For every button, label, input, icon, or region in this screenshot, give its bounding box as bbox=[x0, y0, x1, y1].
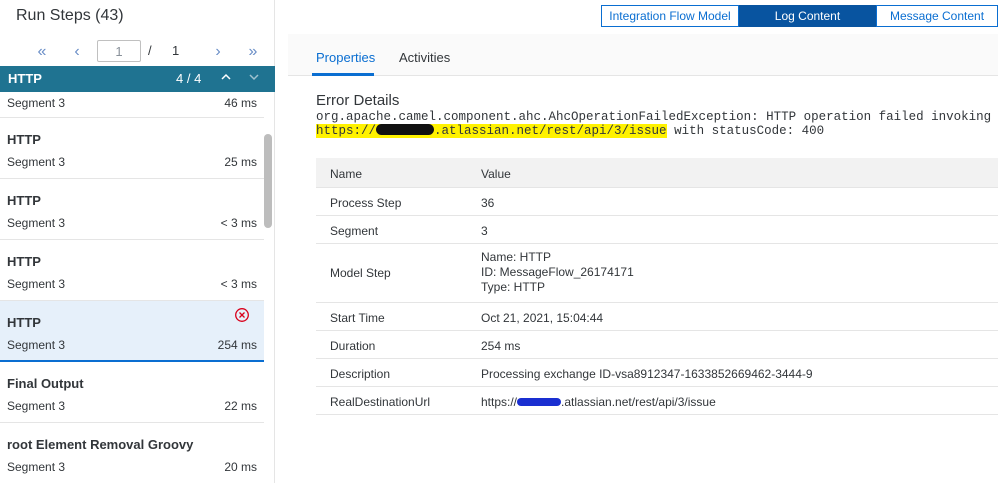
chevron-left-icon[interactable]: ‹ bbox=[67, 42, 87, 62]
property-value: Processing exchange ID-vsa8912347-163385… bbox=[481, 367, 813, 381]
step-segment: Segment 3 bbox=[7, 155, 66, 169]
url-prefix: https:// bbox=[481, 395, 518, 409]
tab-properties[interactable]: Properties bbox=[316, 50, 375, 65]
error-url-highlight: https:// .atlassian.net/rest/api/3/issue bbox=[316, 124, 667, 138]
property-value: 36 bbox=[481, 196, 495, 210]
table-row: Segment 3 bbox=[316, 216, 998, 244]
list-item[interactable]: HTTP Segment 3 < 3 ms bbox=[0, 179, 264, 240]
step-duration: 25 ms bbox=[224, 155, 257, 169]
error-line-1: org.apache.camel.component.ahc.AhcOperat… bbox=[316, 110, 992, 124]
step-duration: 254 ms bbox=[217, 338, 257, 352]
step-title: HTTP bbox=[7, 132, 41, 147]
step-segment: Segment 3 bbox=[7, 338, 66, 352]
table-row: Duration 254 ms bbox=[316, 331, 998, 359]
model-step-id: ID: MessageFlow_26174171 bbox=[481, 265, 634, 279]
table-row: Start Time Oct 21, 2021, 15:04:44 bbox=[316, 303, 998, 331]
step-segment: Segment 3 bbox=[7, 277, 66, 291]
property-value: 254 ms bbox=[481, 339, 521, 353]
step-title: HTTP bbox=[7, 193, 41, 208]
property-name: Duration bbox=[330, 339, 376, 353]
property-name: Start Time bbox=[330, 311, 385, 325]
step-title: HTTP bbox=[7, 254, 41, 269]
error-url-prefix: https:// bbox=[316, 124, 377, 138]
chevron-up-icon[interactable] bbox=[217, 68, 235, 88]
step-title: Final Output bbox=[7, 376, 84, 391]
redaction-mark bbox=[376, 124, 435, 135]
log-content-button[interactable]: Log Content bbox=[739, 5, 876, 27]
column-header-name: Name bbox=[330, 167, 363, 181]
property-name: Description bbox=[330, 367, 391, 381]
error-details-title: Error Details bbox=[316, 92, 400, 109]
list-item[interactable]: root Element Removal Groovy Segment 3 20… bbox=[0, 423, 264, 483]
details-panel: Properties Activities Error Details org.… bbox=[288, 34, 998, 483]
chevron-right-icon[interactable]: › bbox=[208, 42, 228, 62]
steps-list: Segment 3 46 ms HTTP Segment 3 25 ms HTT… bbox=[0, 92, 264, 483]
error-status-text: with statusCode: 400 bbox=[666, 124, 825, 138]
property-name: Process Step bbox=[330, 196, 402, 210]
property-name: Segment bbox=[330, 224, 379, 238]
pager: « ‹ / 1 › » bbox=[0, 40, 275, 64]
step-title: HTTP bbox=[7, 315, 41, 330]
step-duration: < 3 ms bbox=[220, 277, 257, 291]
model-step-name: Name: HTTP bbox=[481, 250, 552, 264]
list-item[interactable]: HTTP Segment 3 < 3 ms bbox=[0, 240, 264, 301]
tab-bar: Properties Activities bbox=[288, 34, 998, 76]
url-suffix: .atlassian.net/rest/api/3/issue bbox=[561, 395, 716, 409]
step-segment: Segment 3 bbox=[7, 399, 66, 413]
error-url-suffix: .atlassian.net/rest/api/3/issue bbox=[434, 124, 667, 138]
integration-flow-model-button[interactable]: Integration Flow Model bbox=[601, 5, 739, 27]
page-number-input[interactable] bbox=[97, 40, 141, 62]
step-duration: 20 ms bbox=[224, 460, 257, 474]
run-steps-panel: Run Steps (43) « ‹ / 1 › » HTTP 4 / 4 Se… bbox=[0, 0, 275, 483]
step-segment: Segment 3 bbox=[7, 96, 66, 110]
property-value: Name: HTTP ID: MessageFlow_26174171 Type… bbox=[481, 250, 634, 295]
double-chevron-right-icon[interactable]: » bbox=[243, 42, 263, 62]
table-header: Name Value bbox=[316, 158, 998, 188]
chevron-down-icon[interactable] bbox=[245, 68, 263, 88]
page-total: 1 bbox=[172, 43, 180, 58]
list-item[interactable]: Final Output Segment 3 22 ms bbox=[0, 362, 264, 423]
error-message: org.apache.camel.component.ahc.AhcOperat… bbox=[316, 111, 996, 138]
table-row: Description Processing exchange ID-vsa89… bbox=[316, 359, 998, 387]
properties-table: Name Value Process Step 36 Segment 3 Mod… bbox=[316, 158, 998, 415]
step-segment: Segment 3 bbox=[7, 460, 66, 474]
step-title: root Element Removal Groovy bbox=[7, 437, 194, 452]
run-steps-title: Run Steps (43) bbox=[16, 7, 124, 24]
table-row: Model Step Name: HTTP ID: MessageFlow_26… bbox=[316, 244, 998, 303]
message-content-button[interactable]: Message Content bbox=[876, 5, 998, 27]
tab-active-indicator bbox=[312, 73, 374, 76]
page-separator: / bbox=[148, 43, 152, 58]
steps-scrollbar[interactable] bbox=[264, 134, 272, 228]
redaction-mark bbox=[517, 398, 562, 406]
step-group-header[interactable]: HTTP 4 / 4 bbox=[0, 66, 275, 92]
tab-activities[interactable]: Activities bbox=[399, 50, 450, 65]
property-value: Oct 21, 2021, 15:04:44 bbox=[481, 311, 604, 325]
model-step-type: Type: HTTP bbox=[481, 280, 546, 294]
step-duration: < 3 ms bbox=[220, 216, 257, 230]
list-item[interactable]: HTTP Segment 3 25 ms bbox=[0, 118, 264, 179]
step-duration: 22 ms bbox=[224, 399, 257, 413]
table-row: Process Step 36 bbox=[316, 188, 998, 216]
error-icon bbox=[234, 307, 250, 323]
table-row: RealDestinationUrl https:// .atlassian.ne… bbox=[316, 387, 998, 415]
list-item[interactable]: Segment 3 46 ms bbox=[0, 92, 264, 118]
property-value: 3 bbox=[481, 224, 488, 238]
step-segment: Segment 3 bbox=[7, 216, 66, 230]
list-item-selected[interactable]: HTTP Segment 3 254 ms bbox=[0, 301, 264, 362]
property-value: https:// .atlassian.net/rest/api/3/issue bbox=[481, 395, 716, 410]
property-name: RealDestinationUrl bbox=[330, 395, 431, 409]
group-title: HTTP bbox=[8, 71, 42, 86]
column-header-value: Value bbox=[481, 167, 511, 181]
step-duration: 46 ms bbox=[224, 96, 257, 110]
group-count: 4 / 4 bbox=[176, 71, 202, 86]
double-chevron-left-icon[interactable]: « bbox=[32, 42, 52, 62]
property-name: Model Step bbox=[330, 266, 391, 280]
